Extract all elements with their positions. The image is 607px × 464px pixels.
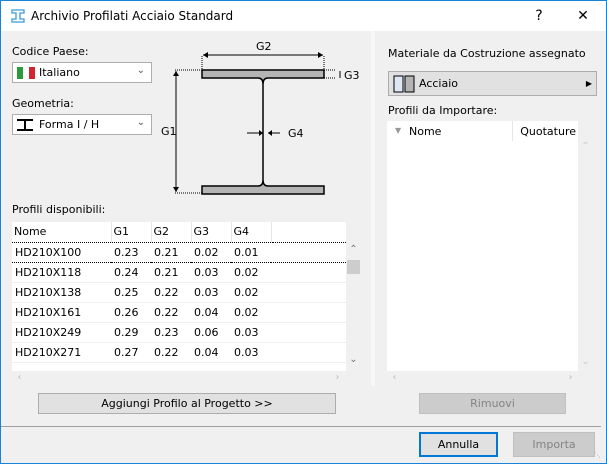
profile-diagram: G2 G3 G1 G4 bbox=[161, 40, 360, 195]
table-cell: 0.22 bbox=[151, 282, 191, 303]
table-cell: 0.03 bbox=[231, 322, 271, 343]
title-bar: Archivio Profilati Acciaio Standard ? ✕ bbox=[1, 1, 606, 31]
table-cell: 0.03 bbox=[231, 342, 271, 363]
table-row[interactable]: HD210X271 0.27 0.22 0.04 0.03 bbox=[12, 342, 346, 363]
remove-button[interactable]: Rimuovi bbox=[419, 393, 566, 414]
table-cell: 0.02 bbox=[231, 302, 271, 323]
g4-label: G4 bbox=[288, 127, 304, 140]
column-header-g1[interactable]: G1 bbox=[111, 222, 152, 242]
geometry-label: Geometria: bbox=[12, 97, 74, 110]
g3-label: G3 bbox=[344, 69, 360, 82]
scroll-right-icon[interactable]: › bbox=[563, 372, 578, 383]
profiles-label: Profili disponibili: bbox=[12, 203, 106, 216]
table-row[interactable]: HD210X249 0.29 0.23 0.06 0.03 bbox=[12, 322, 346, 343]
table-cell: 0.01 bbox=[231, 241, 271, 263]
table-row[interactable]: HD210X100 0.23 0.21 0.02 0.01 bbox=[12, 241, 346, 263]
arrow-right-icon: ▶ bbox=[585, 79, 592, 88]
i-beam-icon bbox=[17, 119, 33, 131]
italy-flag-icon bbox=[17, 67, 35, 79]
table-cell: HD210X138 bbox=[12, 282, 111, 303]
table-cell: HD210X100 bbox=[12, 241, 111, 263]
geometry-dropdown[interactable]: Forma I / H ⌄ bbox=[12, 114, 152, 135]
column-header-g4[interactable]: G4 bbox=[231, 222, 272, 242]
profiles-table: Nome G1 G2 G3 G4 HD210X100 0.23 0.21 0.02 0.… bbox=[12, 222, 346, 371]
close-button[interactable]: ✕ bbox=[568, 5, 598, 27]
table-cell: 0.02 bbox=[191, 241, 231, 263]
country-label: Codice Paese: bbox=[12, 45, 89, 58]
table-row[interactable]: HD210X138 0.25 0.22 0.03 0.02 bbox=[12, 282, 346, 303]
table-cell: 0.22 bbox=[151, 302, 191, 323]
g2-label: G2 bbox=[256, 40, 272, 53]
table-cell: 0.02 bbox=[231, 262, 271, 283]
column-header-g3[interactable]: G3 bbox=[191, 222, 232, 242]
table-cell: 0.03 bbox=[191, 262, 231, 283]
import-label: Profili da Importare: bbox=[388, 104, 498, 117]
table-cell: HD210X118 bbox=[12, 262, 111, 283]
country-dropdown[interactable]: Italiano ⌄ bbox=[12, 62, 152, 83]
scroll-thumb[interactable] bbox=[347, 260, 360, 274]
column-header-g2[interactable]: G2 bbox=[151, 222, 192, 242]
column-header-quotature[interactable]: Quotature bbox=[520, 125, 576, 138]
table-row[interactable]: HD210X118 0.24 0.21 0.03 0.02 bbox=[12, 262, 346, 283]
material-label: Materiale da Costruzione assegnato bbox=[388, 47, 586, 60]
g1-label: G1 bbox=[161, 125, 177, 138]
geometry-value: Forma I / H bbox=[39, 118, 100, 131]
scroll-right-icon[interactable]: › bbox=[330, 372, 345, 383]
material-button[interactable]: Acciaio ▶ bbox=[388, 71, 597, 96]
table-cell: 0.03 bbox=[191, 282, 231, 303]
table-cell: 0.04 bbox=[191, 302, 231, 323]
table-cell: HD210X271 bbox=[12, 342, 111, 363]
help-button[interactable]: ? bbox=[524, 5, 554, 27]
beam-icon bbox=[11, 9, 25, 23]
country-value: Italiano bbox=[39, 66, 80, 79]
table-cell: 0.23 bbox=[111, 241, 151, 263]
dialog-window: Archivio Profilati Acciaio Standard ? ✕ … bbox=[0, 0, 607, 464]
table-cell: 0.25 bbox=[111, 282, 151, 303]
table-cell: 0.06 bbox=[191, 322, 231, 343]
scroll-up-icon[interactable]: ⌃ bbox=[578, 141, 593, 152]
scroll-down-icon[interactable]: ⌄ bbox=[346, 354, 361, 365]
scroll-left-icon[interactable]: ‹ bbox=[12, 372, 27, 383]
table-cell: HD210X249 bbox=[12, 322, 111, 343]
table-cell: 0.23 bbox=[151, 322, 191, 343]
table-cell: 0.29 bbox=[111, 322, 151, 343]
scroll-left-icon[interactable]: ‹ bbox=[387, 372, 402, 383]
table-cell: 0.27 bbox=[111, 342, 151, 363]
add-profile-button[interactable]: Aggiungi Profilo al Progetto >> bbox=[38, 393, 336, 414]
table-cell: 0.26 bbox=[111, 302, 151, 323]
vertical-scrollbar[interactable]: ⌃ ⌄ bbox=[346, 242, 361, 371]
table-cell: 0.22 bbox=[151, 342, 191, 363]
table-cell: HD210X161 bbox=[12, 302, 111, 323]
table-cell: 0.04 bbox=[191, 342, 231, 363]
table-cell: 0.21 bbox=[151, 262, 191, 283]
material-value: Acciaio bbox=[419, 77, 459, 90]
sort-down-icon: ▼ bbox=[395, 126, 402, 135]
table-cell: 0.02 bbox=[231, 282, 271, 303]
resize-grip-icon[interactable]: ⋱ bbox=[594, 451, 601, 459]
scroll-down-icon[interactable]: ⌄ bbox=[578, 356, 593, 367]
table-cell: 0.21 bbox=[151, 241, 191, 263]
chevron-down-icon: ⌄ bbox=[136, 65, 145, 76]
scroll-up-icon[interactable]: ⌃ bbox=[346, 244, 361, 255]
table-cell: 0.24 bbox=[111, 262, 151, 283]
table-row[interactable]: HD210X161 0.26 0.22 0.04 0.02 bbox=[12, 302, 346, 323]
import-button[interactable]: Importa bbox=[513, 432, 595, 457]
column-header-nome[interactable]: Nome bbox=[12, 222, 112, 242]
cancel-button[interactable]: Annulla bbox=[419, 432, 498, 457]
import-list: ▼ Nome Quotature bbox=[387, 121, 578, 371]
column-header-nome[interactable]: Nome bbox=[409, 125, 441, 138]
window-title: Archivio Profilati Acciaio Standard bbox=[31, 9, 234, 23]
divider bbox=[1, 426, 601, 427]
material-swatch-icon bbox=[393, 75, 415, 93]
chevron-down-icon: ⌄ bbox=[136, 117, 145, 128]
